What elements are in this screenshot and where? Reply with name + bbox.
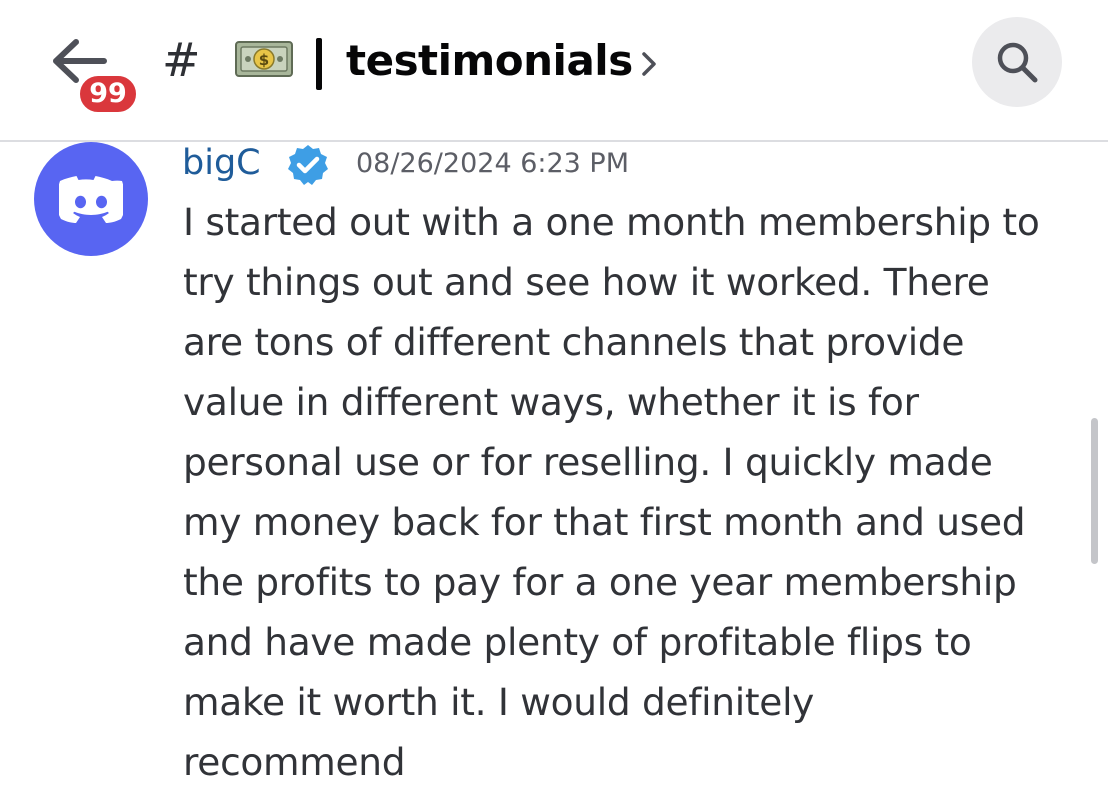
channel-title[interactable]: testimonials <box>346 30 633 92</box>
message-line: and have made plenty of profitable flips… <box>183 620 972 664</box>
message-line: are tons of different channels that prov… <box>183 320 965 364</box>
chevron-right-icon[interactable] <box>640 50 658 78</box>
header-divider <box>0 140 1108 142</box>
message-line: try things out and see how it worked. Th… <box>183 260 990 304</box>
money-bill-emoji: $ <box>235 41 293 77</box>
discord-logo-icon <box>59 176 123 223</box>
message-line: I started out with a one month membershi… <box>183 200 1040 244</box>
search-button[interactable] <box>972 17 1062 107</box>
scrollbar[interactable] <box>1091 418 1098 564</box>
message-line: the profits to pay for a one year member… <box>183 560 1017 604</box>
message-line: personal use or for reselling. I quickly… <box>183 440 993 484</box>
search-icon <box>997 42 1038 83</box>
avatar[interactable] <box>34 142 148 256</box>
title-separator <box>316 38 322 90</box>
message-timestamp: 08/26/2024 6:23 PM <box>356 148 629 179</box>
channel-hash-icon: # <box>162 33 201 87</box>
channel-header: 99 # $ testimonials <box>0 0 1108 140</box>
message-content: I started out with a one month membershi… <box>183 192 1088 792</box>
message-line: make it worth it. I would definitely <box>183 680 815 724</box>
message-line: value in different ways, whether it is f… <box>183 380 919 424</box>
verified-badge-icon <box>288 145 328 185</box>
svg-text:$: $ <box>259 51 269 69</box>
unread-badge: 99 <box>76 72 140 116</box>
message-line: my money back for that first month and u… <box>183 500 1026 544</box>
message-author[interactable]: bigC <box>182 140 261 186</box>
message-line: recommend <box>183 740 406 784</box>
